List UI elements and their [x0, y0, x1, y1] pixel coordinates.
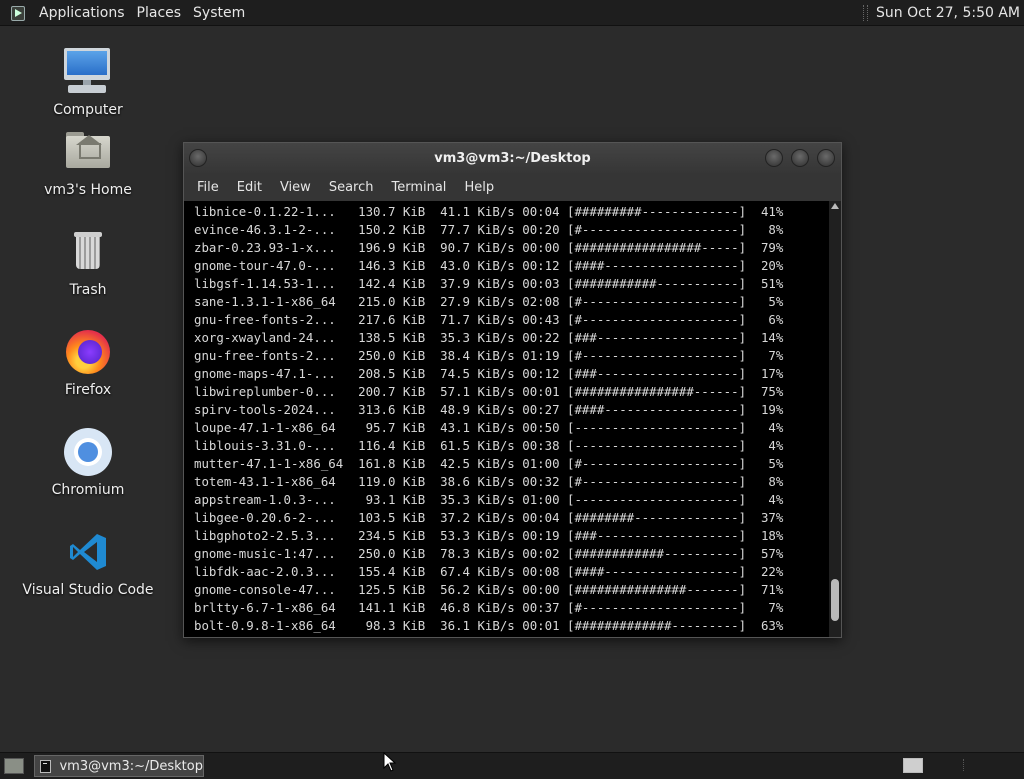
terminal-line: libgphoto2-2.5.3... 234.5 KiB 53.3 KiB/s… — [194, 528, 784, 543]
terminal-line: brltty-6.7-1-x86_64 141.1 KiB 46.8 KiB/s… — [194, 600, 784, 615]
terminal-line: sane-1.3.1-1-x86_64 215.0 KiB 27.9 KiB/s… — [194, 294, 784, 309]
taskbar-terminal-button[interactable]: vm3@vm3:~/Desktop — [34, 755, 204, 777]
desktop-icon-trash[interactable]: Trash — [18, 226, 158, 298]
maximize-button[interactable] — [791, 149, 809, 167]
terminal-line: libnice-0.1.22-1... 130.7 KiB 41.1 KiB/s… — [194, 204, 784, 219]
terminal-menu-help[interactable]: Help — [455, 180, 503, 195]
terminal-line: mutter-47.1-1-x86_64 161.8 KiB 42.5 KiB/… — [194, 456, 784, 471]
terminal-menu-search[interactable]: Search — [320, 180, 383, 195]
desktop-icon-firefox[interactable]: Firefox — [18, 326, 158, 398]
panel-handle-right — [963, 759, 1004, 771]
terminal-icon — [40, 759, 52, 773]
terminal-lines: libnice-0.1.22-1... 130.7 KiB 41.1 KiB/s… — [194, 203, 826, 635]
terminal-line: gnome-music-1:47... 250.0 KiB 78.3 KiB/s… — [194, 546, 784, 561]
terminal-scrollbar[interactable] — [829, 201, 841, 637]
scroll-up-arrow-icon[interactable] — [831, 203, 839, 209]
scrollbar-thumb[interactable] — [831, 579, 839, 621]
home-folder-icon — [62, 126, 114, 178]
terminal-title: vm3@vm3:~/Desktop — [434, 150, 591, 166]
desktop-icon-label: vm3's Home — [44, 182, 132, 198]
top-panel-right: Sun Oct 27, 5:50 AM — [863, 4, 1024, 21]
terminal-line: evince-46.3.1-2-... 150.2 KiB 77.7 KiB/s… — [194, 222, 784, 237]
window-menu-icon[interactable] — [189, 149, 207, 167]
terminal-line: totem-43.1-1-x86_64 119.0 KiB 38.6 KiB/s… — [194, 474, 784, 489]
menu-applications[interactable]: Applications — [33, 5, 131, 21]
applications-logo-icon[interactable] — [9, 4, 27, 22]
mouse-pointer-icon — [383, 752, 397, 772]
minimize-button[interactable] — [765, 149, 783, 167]
taskbar-window-label: vm3@vm3:~/Desktop — [59, 758, 203, 774]
chromium-icon — [62, 426, 114, 478]
terminal-line: gnu-free-fonts-2... 250.0 KiB 38.4 KiB/s… — [194, 348, 784, 363]
panel-handle — [863, 4, 868, 21]
desktop-icon-label: Visual Studio Code — [22, 582, 154, 598]
terminal-line: loupe-47.1-1-x86_64 95.7 KiB 43.1 KiB/s … — [194, 420, 784, 435]
menu-places[interactable]: Places — [131, 5, 188, 21]
desktop-icon-home[interactable]: vm3's Home — [18, 126, 158, 198]
terminal-menu-terminal[interactable]: Terminal — [382, 180, 455, 195]
terminal-line: xorg-xwayland-24... 138.5 KiB 35.3 KiB/s… — [194, 330, 784, 345]
terminal-line: spirv-tools-2024... 313.6 KiB 48.9 KiB/s… — [194, 402, 784, 417]
desktop-icon-label: Firefox — [64, 382, 112, 398]
terminal-output[interactable]: libnice-0.1.22-1... 130.7 KiB 41.1 KiB/s… — [184, 201, 841, 637]
terminal-menu-edit[interactable]: Edit — [228, 180, 271, 195]
terminal-line: libgsf-1.14.53-1... 142.4 KiB 37.9 KiB/s… — [194, 276, 784, 291]
terminal-line: gnome-maps-47.1-... 208.5 KiB 74.5 KiB/s… — [194, 366, 784, 381]
workspace-switcher-icon[interactable] — [903, 758, 923, 773]
terminal-menu-file[interactable]: File — [188, 180, 228, 195]
vscode-icon — [62, 526, 114, 578]
terminal-line: gnome-console-47... 125.5 KiB 56.2 KiB/s… — [194, 582, 784, 597]
terminal-window[interactable]: vm3@vm3:~/Desktop File Edit View Search … — [183, 142, 842, 638]
desktop-icon-computer[interactable]: Computer — [18, 46, 158, 118]
computer-icon — [62, 46, 114, 98]
desktop-icon-vscode[interactable]: Visual Studio Code — [18, 526, 158, 598]
clock[interactable]: Sun Oct 27, 5:50 AM — [876, 5, 1020, 21]
terminal-menubar: File Edit View Search Terminal Help — [184, 173, 841, 201]
terminal-line: libfdk-aac-2.0.3... 155.4 KiB 67.4 KiB/s… — [194, 564, 784, 579]
terminal-titlebar[interactable]: vm3@vm3:~/Desktop — [184, 143, 841, 173]
desktop-icon-label: Trash — [69, 282, 107, 298]
top-panel: Applications Places System Sun Oct 27, 5… — [0, 0, 1024, 26]
terminal-line: gnu-free-fonts-2... 217.6 KiB 71.7 KiB/s… — [194, 312, 784, 327]
terminal-line: bolt-0.9.8-1-x86_64 98.3 KiB 36.1 KiB/s … — [194, 618, 784, 633]
firefox-icon — [62, 326, 114, 378]
desktop-icon-label: Chromium — [51, 482, 125, 498]
desktop-icon-label: Computer — [53, 102, 123, 118]
terminal-line: libwireplumber-0... 200.7 KiB 57.1 KiB/s… — [194, 384, 784, 399]
show-desktop-icon[interactable] — [4, 758, 24, 774]
bottom-panel: vm3@vm3:~/Desktop — [0, 752, 1024, 779]
terminal-line: zbar-0.23.93-1-x... 196.9 KiB 90.7 KiB/s… — [194, 240, 784, 255]
desktop-icon-chromium[interactable]: Chromium — [18, 426, 158, 498]
close-button[interactable] — [817, 149, 835, 167]
trash-icon — [62, 226, 114, 278]
terminal-menu-view[interactable]: View — [271, 180, 320, 195]
terminal-line: gnome-tour-47.0-... 146.3 KiB 43.0 KiB/s… — [194, 258, 784, 273]
terminal-line: liblouis-3.31.0-... 116.4 KiB 61.5 KiB/s… — [194, 438, 784, 453]
terminal-line: libgee-0.20.6-2-... 103.5 KiB 37.2 KiB/s… — [194, 510, 784, 525]
terminal-line: appstream-1.0.3-... 93.1 KiB 35.3 KiB/s … — [194, 492, 784, 507]
menu-system[interactable]: System — [187, 5, 251, 21]
